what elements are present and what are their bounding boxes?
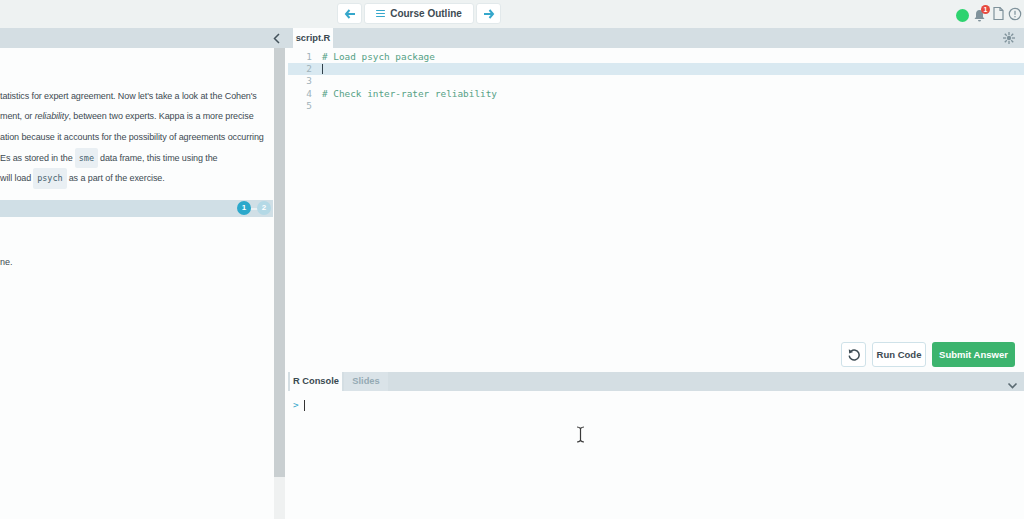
- text-line: Es as stored in thesmedata frame, this t…: [0, 148, 217, 168]
- inline-code-chip: sme: [75, 148, 98, 168]
- code-editor[interactable]: 1 # Load psych package 2 3 4 # Check int…: [288, 48, 1024, 372]
- tab-script-r[interactable]: script.R: [293, 28, 333, 48]
- editor-actions: Run Code Submit Answer: [841, 342, 1015, 367]
- editor-line[interactable]: 4 # Check inter-rater reliability: [288, 88, 1024, 100]
- tab-r-console[interactable]: R Console: [290, 372, 342, 391]
- exercise-nav: Course Outline: [337, 3, 501, 24]
- next-exercise-button[interactable]: [476, 3, 501, 24]
- exercise-paragraph: tatistics for expert agreement. Now let'…: [0, 86, 264, 147]
- connection-status-icon: [956, 9, 969, 22]
- r-console[interactable]: >: [288, 391, 1024, 519]
- topbar-right-icons: 1: [956, 6, 1022, 25]
- chevron-down-icon: [1007, 380, 1018, 391]
- arrow-left-icon: [344, 9, 356, 19]
- line-number: 3: [288, 75, 312, 87]
- editor-tab-bar: script.R: [288, 28, 1024, 48]
- scrollbar-thumb[interactable]: [274, 48, 285, 477]
- console-cursor: [304, 400, 305, 411]
- code-panel: script.R 1 # Load psych package: [288, 28, 1024, 519]
- hamburger-icon: [376, 8, 385, 19]
- exercise-text: tatistics for expert agreement. Now let'…: [0, 48, 273, 519]
- exercise-paragraph: Es as stored in thesmedata frame, this t…: [0, 148, 217, 189]
- collapse-console-button[interactable]: [1007, 377, 1018, 388]
- gear-icon: [1002, 31, 1016, 45]
- line-number: 4: [288, 88, 312, 100]
- reset-icon: [847, 348, 861, 362]
- arrow-right-icon: [483, 9, 495, 19]
- instruction-text-fragment: ne.: [0, 257, 13, 267]
- line-number: 5: [288, 100, 312, 112]
- left-panel-scrollbar[interactable]: [274, 48, 285, 519]
- console-prompt-line: >: [293, 399, 305, 411]
- line-number: 2: [288, 63, 312, 75]
- mouse-ibeam-cursor: [576, 426, 585, 445]
- course-outline-button[interactable]: Course Outline: [364, 3, 474, 24]
- submit-answer-button[interactable]: Submit Answer: [932, 342, 1015, 367]
- console-tab-bar: R Console Slides: [288, 372, 1024, 391]
- scrollbar-track: [274, 477, 285, 519]
- run-code-button[interactable]: Run Code: [872, 342, 926, 367]
- slides-download-button[interactable]: [992, 6, 1005, 25]
- tab-slides[interactable]: Slides: [344, 372, 388, 391]
- inline-code-chip: psych: [33, 168, 67, 188]
- datacamp-exercise-page: Course Outline 1: [0, 0, 1024, 519]
- console-prompt: >: [293, 399, 299, 410]
- text-line: will loadpsychas a part of the exercise.: [0, 168, 217, 188]
- text-line: tatistics for expert agreement. Now let'…: [0, 86, 264, 106]
- pagination-dot-2[interactable]: 2: [257, 201, 271, 215]
- editor-line[interactable]: 1 # Load psych package: [288, 51, 1024, 63]
- instructions-pagination-bar: 1 2: [0, 200, 273, 217]
- code-text: # Check inter-rater reliability: [322, 88, 497, 100]
- pagination-dot-1[interactable]: 1: [237, 201, 251, 215]
- editor-settings-button[interactable]: [1002, 31, 1016, 45]
- text-line: ation because it accounts for the possib…: [0, 127, 264, 147]
- exercise-panel: tatistics for expert agreement. Now let'…: [0, 28, 288, 519]
- document-icon: [992, 6, 1005, 21]
- line-number: 1: [288, 51, 312, 63]
- exercise-panel-header: [0, 28, 288, 48]
- notification-badge: 1: [981, 5, 990, 14]
- top-bar: Course Outline 1: [0, 0, 1024, 28]
- info-icon: [1008, 7, 1022, 21]
- text-cursor: [322, 64, 323, 74]
- help-button[interactable]: [1008, 7, 1022, 25]
- chevron-left-icon: [273, 33, 280, 44]
- course-outline-label: Course Outline: [390, 8, 462, 19]
- text-line: ment, or reliability, between two expert…: [0, 106, 264, 126]
- editor-line-active[interactable]: 2: [288, 63, 1024, 75]
- reset-code-button[interactable]: [841, 342, 866, 367]
- code-text: # Load psych package: [322, 51, 435, 63]
- collapse-panel-button[interactable]: [269, 31, 283, 45]
- editor-line[interactable]: 3: [288, 75, 1024, 87]
- previous-exercise-button[interactable]: [337, 3, 362, 24]
- notifications-button[interactable]: 1: [972, 8, 989, 23]
- editor-line[interactable]: 5: [288, 100, 1024, 112]
